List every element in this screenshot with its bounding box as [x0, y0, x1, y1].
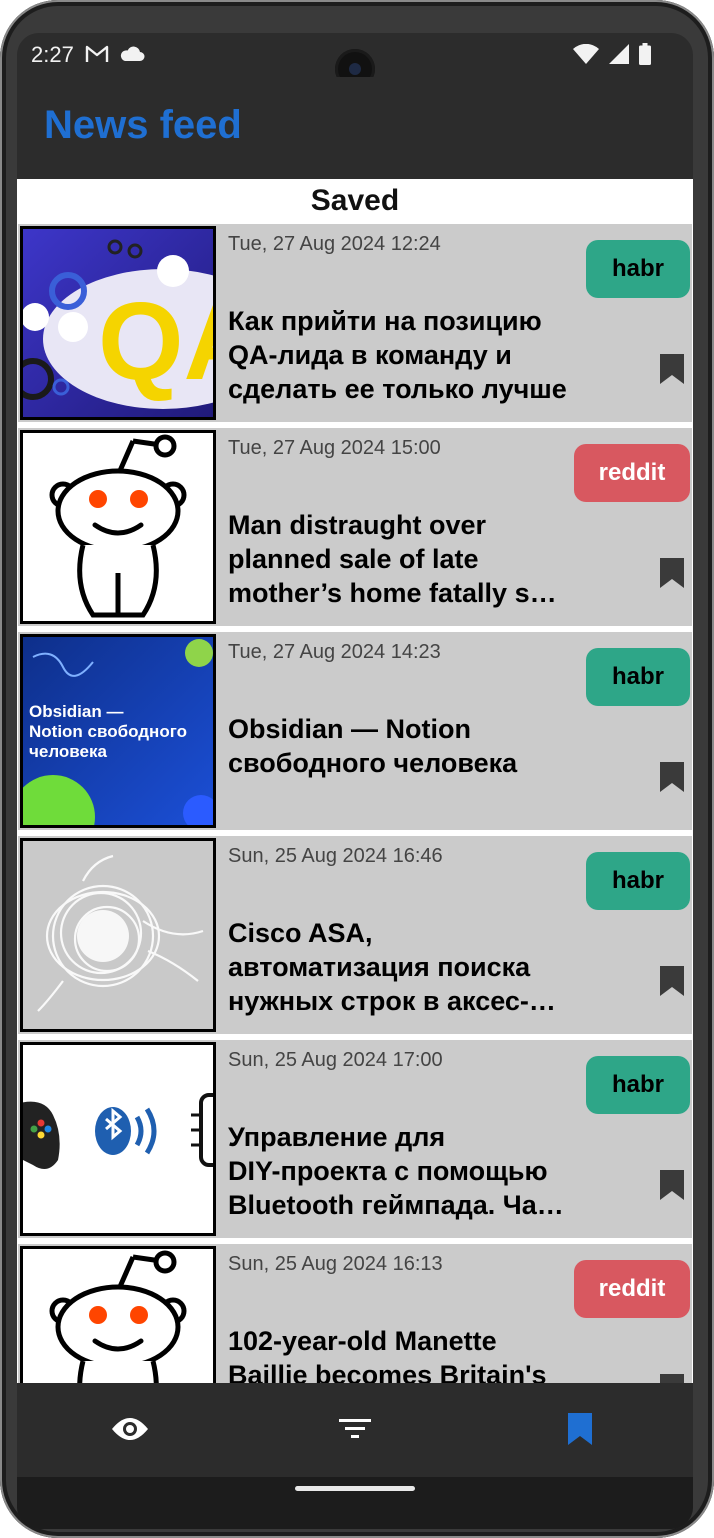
- article-card[interactable]: Sun, 25 Aug 2024 16:13 102-year-old Mane…: [18, 1244, 692, 1383]
- article-card[interactable]: QA Tue, 27 Aug 2024 12:24 Как прийти на …: [18, 224, 692, 422]
- screen: 2:27 News feed Saved Q Tue, 27 Aug 2024 …: [17, 33, 693, 1529]
- bookmark-icon[interactable]: [660, 762, 684, 792]
- cloud-icon: [120, 46, 145, 61]
- article-card[interactable]: Sun, 25 Aug 2024 16:46 Cisco ASA, автома…: [18, 836, 692, 1034]
- article-title: Cisco ASA, автоматизация поиска нужных с…: [228, 918, 556, 1016]
- source-badge[interactable]: habr: [586, 648, 690, 706]
- source-badge[interactable]: habr: [586, 1056, 690, 1114]
- source-badge[interactable]: habr: [586, 240, 690, 298]
- svg-text:Obsidian —: Obsidian —: [29, 702, 123, 721]
- article-thumbnail: QA: [20, 226, 216, 420]
- article-card[interactable]: Tue, 27 Aug 2024 15:00 Man distraught ov…: [18, 428, 692, 626]
- article-thumbnail: [20, 1246, 216, 1383]
- bookmark-icon[interactable]: [660, 1374, 684, 1383]
- system-nav-area: [17, 1477, 693, 1529]
- svg-text:Notion свободного: Notion свободного: [29, 722, 187, 741]
- reddit-mascot-icon: [23, 433, 213, 621]
- article-thumbnail: [20, 430, 216, 624]
- white-scribble-icon: [23, 841, 213, 1029]
- article-card[interactable]: Obsidian — Notion свободного человека Tu…: [18, 632, 692, 830]
- bottom-navigation: [17, 1383, 693, 1477]
- bookmark-icon[interactable]: [660, 966, 684, 996]
- article-title: Obsidian — Notion свободного человека: [228, 714, 518, 778]
- app-title: News feed: [44, 103, 242, 147]
- gmail-icon: [85, 45, 109, 62]
- status-time: 2:27: [31, 42, 74, 67]
- svg-text:человека: человека: [29, 742, 107, 761]
- bookmark-icon[interactable]: [660, 1170, 684, 1200]
- article-thumbnail: Obsidian — Notion свободного человека: [20, 634, 216, 828]
- article-card[interactable]: Sun, 25 Aug 2024 17:00 Управление для DI…: [18, 1040, 692, 1238]
- news-list[interactable]: Saved QA: [17, 179, 693, 1383]
- filter-icon[interactable]: [335, 1409, 375, 1449]
- bookmark-nav-icon[interactable]: [560, 1409, 600, 1449]
- article-date: Sun, 25 Aug 2024 16:13: [228, 1253, 443, 1275]
- article-title: Man distraught over planned sale of late…: [228, 510, 557, 608]
- source-badge[interactable]: reddit: [574, 444, 690, 502]
- article-title: Управление для DIY-проекта с помощью Blu…: [228, 1122, 564, 1220]
- signal-icon: [609, 44, 629, 64]
- article-date: Sun, 25 Aug 2024 16:46: [228, 845, 443, 867]
- obsidian-banner-icon: Obsidian — Notion свободного человека: [23, 637, 213, 825]
- article-title: 102-year-old Manette Baillie becomes Bri…: [228, 1326, 547, 1383]
- bookmark-icon[interactable]: [660, 354, 684, 384]
- svg-text:QA: QA: [98, 280, 213, 403]
- battery-icon: [639, 43, 651, 65]
- gesture-handle[interactable]: [295, 1486, 415, 1491]
- article-title: Как прийти на позицию QA-лида в команду …: [228, 306, 567, 404]
- article-date: Sun, 25 Aug 2024 17:00: [228, 1049, 443, 1071]
- article-date: Tue, 27 Aug 2024 15:00: [228, 437, 441, 459]
- section-title: Saved: [17, 179, 693, 223]
- wifi-icon: [573, 44, 599, 64]
- qa-illustration-icon: QA: [23, 229, 213, 417]
- article-thumbnail: [20, 1042, 216, 1236]
- eye-icon[interactable]: [110, 1409, 150, 1449]
- source-badge[interactable]: habr: [586, 852, 690, 910]
- reddit-mascot-icon: [23, 1249, 213, 1383]
- source-badge[interactable]: reddit: [574, 1260, 690, 1318]
- app-bar: News feed: [17, 77, 693, 179]
- gamepad-bluetooth-icon: [23, 1045, 213, 1233]
- status-bar: 2:27: [17, 33, 693, 89]
- bookmark-icon[interactable]: [660, 558, 684, 588]
- article-date: Tue, 27 Aug 2024 12:24: [228, 233, 441, 255]
- article-thumbnail: [20, 838, 216, 1032]
- device-frame: 2:27 News feed Saved Q Tue, 27 Aug 2024 …: [0, 0, 714, 1538]
- article-date: Tue, 27 Aug 2024 14:23: [228, 641, 441, 663]
